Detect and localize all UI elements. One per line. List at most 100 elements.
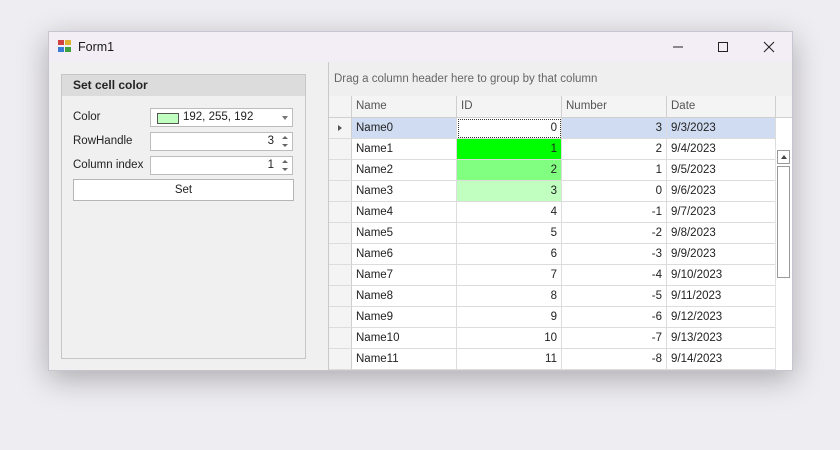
spin-up-icon[interactable] <box>282 160 288 163</box>
spin-buttons[interactable] <box>278 134 291 149</box>
minimize-button[interactable] <box>655 32 701 62</box>
cell-name[interactable]: Name7 <box>352 265 457 286</box>
table-row[interactable]: Name9 9 -6 9/12/2023 <box>329 307 776 328</box>
table-row[interactable]: Name1 1 2 9/4/2023 <box>329 139 776 160</box>
cell-number[interactable]: -2 <box>562 223 667 244</box>
cell-id[interactable]: 8 <box>457 286 562 307</box>
column-header-date[interactable]: Date <box>667 96 776 117</box>
cell-date[interactable]: 9/10/2023 <box>667 265 776 286</box>
table-row[interactable]: Name6 6 -3 9/9/2023 <box>329 244 776 265</box>
spin-down-icon[interactable] <box>282 168 288 171</box>
cell-number[interactable]: -4 <box>562 265 667 286</box>
cell-name[interactable]: Name4 <box>352 202 457 223</box>
column-index-spinner[interactable]: 1 <box>150 156 293 175</box>
cell-date[interactable]: 9/11/2023 <box>667 286 776 307</box>
maximize-button[interactable] <box>700 32 746 62</box>
cell-id[interactable]: 6 <box>457 244 562 265</box>
row-indicator[interactable] <box>329 307 352 328</box>
cell-date[interactable]: 9/12/2023 <box>667 307 776 328</box>
cell-number[interactable]: -6 <box>562 307 667 328</box>
table-row[interactable]: Name0 0 3 9/3/2023 <box>329 118 776 139</box>
row-indicator[interactable] <box>329 223 352 244</box>
scroll-thumb[interactable] <box>777 166 790 278</box>
column-header-number[interactable]: Number <box>562 96 667 117</box>
cell-number[interactable]: -1 <box>562 202 667 223</box>
spin-buttons[interactable] <box>278 158 291 173</box>
spin-down-icon[interactable] <box>282 144 288 147</box>
table-row[interactable]: Name5 5 -2 9/8/2023 <box>329 223 776 244</box>
cell-name[interactable]: Name6 <box>352 244 457 265</box>
cell-date[interactable]: 9/3/2023 <box>667 118 776 139</box>
color-value: 192, 255, 192 <box>183 111 254 123</box>
cell-name[interactable]: Name0 <box>352 118 457 139</box>
row-indicator[interactable] <box>329 202 352 223</box>
table-row[interactable]: Name4 4 -1 9/7/2023 <box>329 202 776 223</box>
row-indicator[interactable] <box>329 244 352 265</box>
chevron-down-icon[interactable] <box>282 116 288 120</box>
row-handle-spinner[interactable]: 3 <box>150 132 293 151</box>
cell-id[interactable]: 0 <box>457 118 562 139</box>
cell-number[interactable]: -5 <box>562 286 667 307</box>
close-button[interactable] <box>746 32 792 62</box>
color-picker[interactable]: 192, 255, 192 <box>150 108 293 127</box>
table-row[interactable]: Name3 3 0 9/6/2023 <box>329 181 776 202</box>
table-row[interactable]: Name11 11 -8 9/14/2023 <box>329 349 776 370</box>
cell-number[interactable]: -8 <box>562 349 667 370</box>
column-header-name[interactable]: Name <box>352 96 457 117</box>
cell-id[interactable]: 2 <box>457 160 562 181</box>
cell-name[interactable]: Name9 <box>352 307 457 328</box>
group-panel[interactable]: Drag a column header here to group by th… <box>329 62 792 97</box>
row-indicator[interactable] <box>329 118 352 139</box>
cell-date[interactable]: 9/8/2023 <box>667 223 776 244</box>
table-row[interactable]: Name2 2 1 9/5/2023 <box>329 160 776 181</box>
cell-date[interactable]: 9/5/2023 <box>667 160 776 181</box>
cell-id[interactable]: 5 <box>457 223 562 244</box>
group-header: Set cell color <box>62 75 305 96</box>
table-row[interactable]: Name8 8 -5 9/11/2023 <box>329 286 776 307</box>
cell-date[interactable]: 9/6/2023 <box>667 181 776 202</box>
row-indicator-arrow-icon <box>338 125 342 131</box>
cell-id[interactable]: 3 <box>457 181 562 202</box>
cell-name[interactable]: Name3 <box>352 181 457 202</box>
set-button[interactable]: Set <box>73 179 294 201</box>
cell-date[interactable]: 9/7/2023 <box>667 202 776 223</box>
row-indicator[interactable] <box>329 181 352 202</box>
row-indicator[interactable] <box>329 160 352 181</box>
row-indicator[interactable] <box>329 328 352 349</box>
cell-number[interactable]: 1 <box>562 160 667 181</box>
spin-up-icon[interactable] <box>282 136 288 139</box>
cell-id[interactable]: 11 <box>457 349 562 370</box>
cell-name[interactable]: Name5 <box>352 223 457 244</box>
cell-id[interactable]: 4 <box>457 202 562 223</box>
vertical-scrollbar[interactable] <box>775 148 792 370</box>
cell-name[interactable]: Name11 <box>352 349 457 370</box>
cell-number[interactable]: 2 <box>562 139 667 160</box>
cell-date[interactable]: 9/13/2023 <box>667 328 776 349</box>
title-bar[interactable]: Form1 <box>49 32 792 62</box>
column-header-id[interactable]: ID <box>457 96 562 117</box>
scroll-up-button[interactable] <box>777 150 790 164</box>
cell-id[interactable]: 1 <box>457 139 562 160</box>
color-swatch <box>157 113 179 124</box>
cell-number[interactable]: -7 <box>562 328 667 349</box>
cell-id[interactable]: 10 <box>457 328 562 349</box>
cell-id[interactable]: 9 <box>457 307 562 328</box>
cell-date[interactable]: 9/14/2023 <box>667 349 776 370</box>
cell-name[interactable]: Name1 <box>352 139 457 160</box>
table-row[interactable]: Name7 7 -4 9/10/2023 <box>329 265 776 286</box>
cell-name[interactable]: Name10 <box>352 328 457 349</box>
row-indicator[interactable] <box>329 286 352 307</box>
cell-number[interactable]: 0 <box>562 181 667 202</box>
data-grid[interactable]: Drag a column header here to group by th… <box>328 62 792 370</box>
row-indicator[interactable] <box>329 265 352 286</box>
table-row[interactable]: Name10 10 -7 9/13/2023 <box>329 328 776 349</box>
cell-date[interactable]: 9/9/2023 <box>667 244 776 265</box>
cell-number[interactable]: 3 <box>562 118 667 139</box>
row-indicator[interactable] <box>329 349 352 370</box>
row-indicator[interactable] <box>329 139 352 160</box>
cell-id[interactable]: 7 <box>457 265 562 286</box>
cell-name[interactable]: Name8 <box>352 286 457 307</box>
cell-name[interactable]: Name2 <box>352 160 457 181</box>
cell-number[interactable]: -3 <box>562 244 667 265</box>
cell-date[interactable]: 9/4/2023 <box>667 139 776 160</box>
